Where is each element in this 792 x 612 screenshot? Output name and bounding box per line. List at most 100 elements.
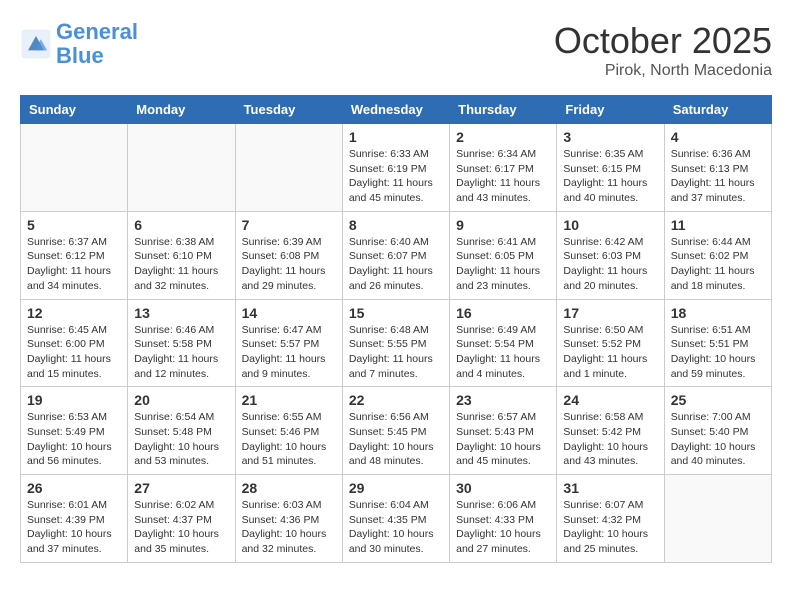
day-number: 27 xyxy=(134,480,228,496)
day-info: Sunrise: 6:03 AM Sunset: 4:36 PM Dayligh… xyxy=(242,498,336,557)
day-info: Sunrise: 6:54 AM Sunset: 5:48 PM Dayligh… xyxy=(134,410,228,469)
day-number: 16 xyxy=(456,305,550,321)
page-header: General Blue October 2025 Pirok, North M… xyxy=(20,20,772,80)
day-number: 12 xyxy=(27,305,121,321)
weekday-header-wednesday: Wednesday xyxy=(342,96,449,124)
day-info: Sunrise: 6:55 AM Sunset: 5:46 PM Dayligh… xyxy=(242,410,336,469)
day-info: Sunrise: 6:53 AM Sunset: 5:49 PM Dayligh… xyxy=(27,410,121,469)
day-info: Sunrise: 6:51 AM Sunset: 5:51 PM Dayligh… xyxy=(671,323,765,382)
day-info: Sunrise: 6:38 AM Sunset: 6:10 PM Dayligh… xyxy=(134,235,228,294)
calendar-cell: 10Sunrise: 6:42 AM Sunset: 6:03 PM Dayli… xyxy=(557,211,664,299)
location-subtitle: Pirok, North Macedonia xyxy=(554,62,772,80)
day-info: Sunrise: 6:40 AM Sunset: 6:07 PM Dayligh… xyxy=(349,235,443,294)
day-number: 25 xyxy=(671,392,765,408)
calendar-cell xyxy=(664,475,771,563)
calendar-cell: 5 Sunrise: 6:37 AM Sunset: 6:12 PM Daylig… xyxy=(21,211,128,299)
weekday-header-monday: Monday xyxy=(128,96,235,124)
day-info: Sunrise: 6:04 AM Sunset: 4:35 PM Dayligh… xyxy=(349,498,443,557)
calendar-cell: 23 Sunrise: 6:57 AM Sunset: 5:43 PM Dayli… xyxy=(450,387,557,475)
day-info: Sunrise: 6:42 AM Sunset: 6:03 PM Dayligh… xyxy=(563,235,657,294)
day-number: 14 xyxy=(242,305,336,321)
day-info: Sunrise: 6:57 AM Sunset: 5:43 PM Dayligh… xyxy=(456,410,550,469)
day-number: 4 xyxy=(671,129,765,145)
day-info: Sunrise: 6:35 AM Sunset: 6:15 PM Dayligh… xyxy=(563,147,657,206)
day-info: Sunrise: 6:45 AM Sunset: 6:00 PM Dayligh… xyxy=(27,323,121,382)
day-number: 15 xyxy=(349,305,443,321)
day-number: 28 xyxy=(242,480,336,496)
calendar-cell: 13 Sunrise: 6:46 AM Sunset: 5:58 PM Dayli… xyxy=(128,299,235,387)
day-number: 29 xyxy=(349,480,443,496)
calendar-week-4: 19 Sunrise: 6:53 AM Sunset: 5:49 PM Dayli… xyxy=(21,387,772,475)
calendar-cell: 7 Sunrise: 6:39 AM Sunset: 6:08 PM Daylig… xyxy=(235,211,342,299)
calendar-cell: 14 Sunrise: 6:47 AM Sunset: 5:57 PM Dayli… xyxy=(235,299,342,387)
calendar-week-2: 5 Sunrise: 6:37 AM Sunset: 6:12 PM Daylig… xyxy=(21,211,772,299)
weekday-header-saturday: Saturday xyxy=(664,96,771,124)
calendar-cell: 3Sunrise: 6:35 AM Sunset: 6:15 PM Daylig… xyxy=(557,124,664,212)
day-info: Sunrise: 6:48 AM Sunset: 5:55 PM Dayligh… xyxy=(349,323,443,382)
calendar-cell: 1Sunrise: 6:33 AM Sunset: 6:19 PM Daylig… xyxy=(342,124,449,212)
logo-text: General Blue xyxy=(56,20,138,68)
calendar-cell xyxy=(128,124,235,212)
day-info: Sunrise: 6:07 AM Sunset: 4:32 PM Dayligh… xyxy=(563,498,657,557)
day-number: 13 xyxy=(134,305,228,321)
weekday-header-friday: Friday xyxy=(557,96,664,124)
day-info: Sunrise: 6:02 AM Sunset: 4:37 PM Dayligh… xyxy=(134,498,228,557)
day-number: 5 xyxy=(27,217,121,233)
calendar-cell: 15 Sunrise: 6:48 AM Sunset: 5:55 PM Dayli… xyxy=(342,299,449,387)
calendar-cell: 21 Sunrise: 6:55 AM Sunset: 5:46 PM Dayli… xyxy=(235,387,342,475)
calendar-cell: 17Sunrise: 6:50 AM Sunset: 5:52 PM Dayli… xyxy=(557,299,664,387)
day-info: Sunrise: 7:00 AM Sunset: 5:40 PM Dayligh… xyxy=(671,410,765,469)
day-number: 26 xyxy=(27,480,121,496)
calendar-cell: 4 Sunrise: 6:36 AM Sunset: 6:13 PM Daylig… xyxy=(664,124,771,212)
weekday-header-sunday: Sunday xyxy=(21,96,128,124)
day-number: 21 xyxy=(242,392,336,408)
calendar-cell: 29 Sunrise: 6:04 AM Sunset: 4:35 PM Dayli… xyxy=(342,475,449,563)
day-number: 11 xyxy=(671,217,765,233)
weekday-header-row: SundayMondayTuesdayWednesdayThursdayFrid… xyxy=(21,96,772,124)
calendar-cell: 20 Sunrise: 6:54 AM Sunset: 5:48 PM Dayli… xyxy=(128,387,235,475)
calendar-cell: 24Sunrise: 6:58 AM Sunset: 5:42 PM Dayli… xyxy=(557,387,664,475)
calendar-cell xyxy=(21,124,128,212)
calendar-cell xyxy=(235,124,342,212)
day-info: Sunrise: 6:01 AM Sunset: 4:39 PM Dayligh… xyxy=(27,498,121,557)
day-info: Sunrise: 6:36 AM Sunset: 6:13 PM Dayligh… xyxy=(671,147,765,206)
day-info: Sunrise: 6:58 AM Sunset: 5:42 PM Dayligh… xyxy=(563,410,657,469)
calendar-cell: 11Sunrise: 6:44 AM Sunset: 6:02 PM Dayli… xyxy=(664,211,771,299)
day-number: 20 xyxy=(134,392,228,408)
calendar-cell: 25 Sunrise: 7:00 AM Sunset: 5:40 PM Dayli… xyxy=(664,387,771,475)
day-number: 9 xyxy=(456,217,550,233)
calendar-cell: 31 Sunrise: 6:07 AM Sunset: 4:32 PM Dayli… xyxy=(557,475,664,563)
day-info: Sunrise: 6:39 AM Sunset: 6:08 PM Dayligh… xyxy=(242,235,336,294)
calendar-cell: 6Sunrise: 6:38 AM Sunset: 6:10 PM Daylig… xyxy=(128,211,235,299)
logo: General Blue xyxy=(20,20,138,68)
day-number: 2 xyxy=(456,129,550,145)
day-info: Sunrise: 6:37 AM Sunset: 6:12 PM Dayligh… xyxy=(27,235,121,294)
calendar-cell: 26 Sunrise: 6:01 AM Sunset: 4:39 PM Dayli… xyxy=(21,475,128,563)
day-info: Sunrise: 6:41 AM Sunset: 6:05 PM Dayligh… xyxy=(456,235,550,294)
calendar-cell: 19 Sunrise: 6:53 AM Sunset: 5:49 PM Dayli… xyxy=(21,387,128,475)
day-number: 8 xyxy=(349,217,443,233)
calendar-cell: 12 Sunrise: 6:45 AM Sunset: 6:00 PM Dayli… xyxy=(21,299,128,387)
weekday-header-tuesday: Tuesday xyxy=(235,96,342,124)
calendar-cell: 22Sunrise: 6:56 AM Sunset: 5:45 PM Dayli… xyxy=(342,387,449,475)
day-info: Sunrise: 6:47 AM Sunset: 5:57 PM Dayligh… xyxy=(242,323,336,382)
day-info: Sunrise: 6:46 AM Sunset: 5:58 PM Dayligh… xyxy=(134,323,228,382)
calendar-cell: 8 Sunrise: 6:40 AM Sunset: 6:07 PM Daylig… xyxy=(342,211,449,299)
day-number: 30 xyxy=(456,480,550,496)
calendar-table: SundayMondayTuesdayWednesdayThursdayFrid… xyxy=(20,95,772,563)
day-number: 31 xyxy=(563,480,657,496)
day-number: 7 xyxy=(242,217,336,233)
day-number: 17 xyxy=(563,305,657,321)
month-title: October 2025 xyxy=(554,20,772,62)
calendar-cell: 27 Sunrise: 6:02 AM Sunset: 4:37 PM Dayli… xyxy=(128,475,235,563)
calendar-cell: 28 Sunrise: 6:03 AM Sunset: 4:36 PM Dayli… xyxy=(235,475,342,563)
day-number: 19 xyxy=(27,392,121,408)
day-info: Sunrise: 6:06 AM Sunset: 4:33 PM Dayligh… xyxy=(456,498,550,557)
calendar-cell: 30 Sunrise: 6:06 AM Sunset: 4:33 PM Dayli… xyxy=(450,475,557,563)
title-block: October 2025 Pirok, North Macedonia xyxy=(554,20,772,80)
day-number: 23 xyxy=(456,392,550,408)
logo-icon xyxy=(20,28,52,60)
day-number: 18 xyxy=(671,305,765,321)
day-info: Sunrise: 6:56 AM Sunset: 5:45 PM Dayligh… xyxy=(349,410,443,469)
calendar-cell: 16Sunrise: 6:49 AM Sunset: 5:54 PM Dayli… xyxy=(450,299,557,387)
